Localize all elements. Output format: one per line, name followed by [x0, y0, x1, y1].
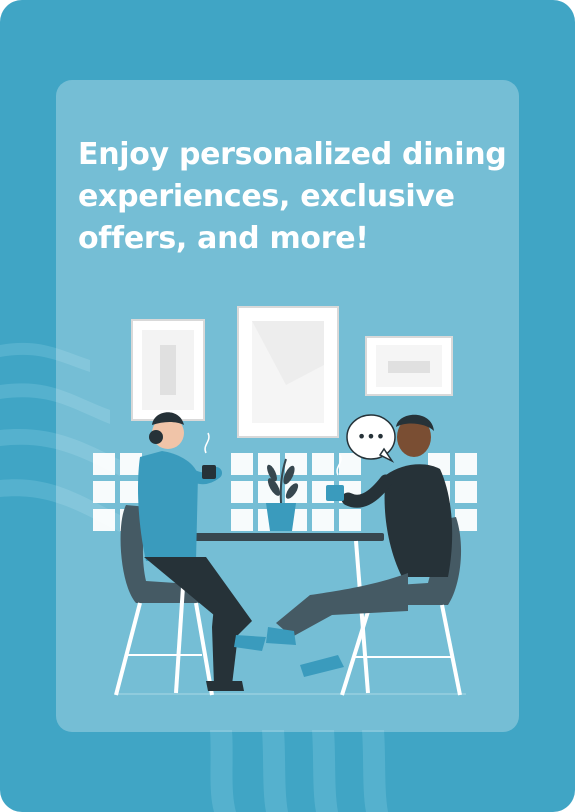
onboarding-screen: Enjoy personalized dining experiences, e… [0, 0, 575, 812]
speech-bubble-dots: ••• [357, 427, 385, 446]
wall-frame-right [365, 336, 453, 396]
wall-frame-left [131, 319, 205, 421]
people-dining-illustration: ••• [93, 306, 477, 696]
steam-left [204, 432, 210, 454]
onboarding-headline: Enjoy personalized dining experiences, e… [78, 137, 507, 256]
floor-line [116, 693, 466, 695]
onboarding-card: Enjoy personalized dining experiences, e… [56, 80, 519, 732]
wall-frame-center [237, 306, 339, 438]
